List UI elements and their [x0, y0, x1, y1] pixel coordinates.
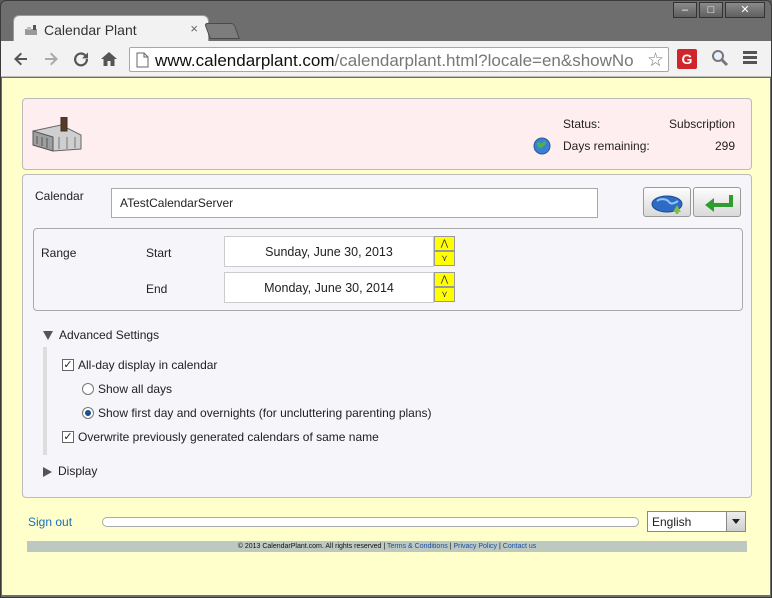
end-date-up-button[interactable]: ⋀ — [434, 272, 455, 287]
forward-arrow-icon[interactable] — [41, 49, 61, 69]
tab-title: Calendar Plant — [44, 22, 137, 38]
url-host: www.calendarplant.com — [155, 51, 335, 70]
start-date-spinner: ⋀ ⋎ — [434, 236, 455, 267]
overwrite-checkbox[interactable]: ✓ — [62, 431, 74, 443]
maximize-button[interactable]: □ — [699, 2, 723, 18]
show-first-day-label: Show first day and overnights (for unclu… — [98, 406, 432, 420]
display-toggle[interactable]: Display — [43, 464, 97, 478]
overwrite-label: Overwrite previously generated calendars… — [78, 430, 379, 444]
header-panel: Status: Subscription Days remaining: 299 — [22, 98, 752, 170]
browser-toolbar: www.calendarplant.com/calendarplant.html… — [1, 41, 771, 77]
overwrite-checkbox-row[interactable]: ✓ Overwrite previously generated calenda… — [62, 430, 379, 444]
footer-separator: | — [449, 543, 452, 550]
collapsed-triangle-icon — [43, 466, 52, 477]
tab-close-icon[interactable]: × — [190, 21, 198, 36]
days-remaining-value: 299 — [714, 139, 735, 153]
sign-out-link[interactable]: Sign out — [28, 515, 72, 529]
advanced-settings-toggle[interactable]: Advanced Settings — [43, 328, 159, 342]
magnifier-icon[interactable] — [711, 49, 729, 67]
start-label: Start — [146, 246, 172, 260]
contact-link[interactable]: Contact us — [503, 543, 536, 550]
show-all-days-label: Show all days — [98, 382, 173, 396]
address-bar[interactable]: www.calendarplant.com/calendarplant.html… — [129, 47, 669, 72]
url-path: /calendarplant.html?locale=en&showNo — [334, 51, 634, 70]
end-date-field[interactable]: Monday, June 30, 2014 — [224, 272, 434, 303]
return-button[interactable] — [693, 187, 741, 217]
home-icon[interactable] — [99, 49, 119, 69]
end-date-spinner: ⋀ ⋎ — [434, 272, 455, 303]
language-select[interactable]: English — [647, 511, 746, 532]
advanced-settings-guide — [43, 347, 47, 455]
allday-checkbox[interactable]: ✓ — [62, 359, 74, 371]
footer-bar: © 2013 CalendarPlant.com. All rights res… — [27, 541, 747, 552]
show-first-day-row[interactable]: Show first day and overnights (for unclu… — [82, 406, 432, 420]
privacy-link[interactable]: Privacy Policy — [453, 543, 497, 550]
footer-separator: | — [499, 543, 501, 550]
advanced-settings-label: Advanced Settings — [59, 328, 160, 342]
browser-menu-icon[interactable] — [743, 51, 757, 65]
start-date-field[interactable]: Sunday, June 30, 2013 — [224, 236, 434, 267]
factory-logo-icon — [32, 117, 82, 152]
display-label: Display — [58, 464, 98, 478]
show-all-days-row[interactable]: Show all days — [82, 382, 172, 396]
reload-icon[interactable] — [71, 49, 91, 69]
show-all-days-radio[interactable] — [82, 383, 94, 395]
window-controls: – □ ✕ — [673, 2, 765, 18]
allday-checkbox-row[interactable]: ✓ All-day display in calendar — [62, 358, 217, 372]
progress-bar — [102, 517, 639, 527]
days-remaining-label: Days remaining: — [563, 139, 650, 153]
allday-label: All-day display in calendar — [78, 358, 218, 372]
end-label: End — [146, 282, 168, 296]
calendar-label: Calendar — [35, 189, 84, 203]
factory-favicon-icon — [25, 25, 37, 35]
end-date-down-button[interactable]: ⋎ — [434, 287, 455, 302]
new-tab-button[interactable] — [204, 23, 240, 39]
globe-upload-icon — [651, 195, 683, 214]
bookmark-star-icon[interactable]: ☆ — [646, 49, 664, 71]
browser-window: Calendar Plant × – □ ✕ www.calendarplant… — [0, 0, 772, 598]
status-label: Status: — [563, 117, 601, 131]
range-label: Range — [41, 246, 77, 260]
browser-tab[interactable]: Calendar Plant × — [13, 15, 209, 43]
page-icon — [136, 52, 149, 68]
start-date-up-button[interactable]: ⋀ — [434, 236, 455, 251]
language-selected-value: English — [652, 515, 692, 529]
status-value: Subscription — [668, 117, 735, 131]
url-text: www.calendarplant.com/calendarplant.html… — [155, 51, 634, 71]
page-viewport: Status: Subscription Days remaining: 299… — [2, 78, 770, 595]
back-arrow-icon[interactable] — [11, 49, 31, 69]
main-panel: Calendar Range Start Sunday, Ju — [22, 174, 752, 498]
dropdown-arrow-icon[interactable] — [726, 512, 745, 531]
close-window-button[interactable]: ✕ — [725, 2, 765, 18]
extension-g-icon[interactable]: G — [677, 49, 697, 69]
title-bar: Calendar Plant × – □ ✕ — [1, 1, 771, 43]
range-panel: Range Start Sunday, June 30, 2013 ⋀ ⋎ En… — [33, 228, 743, 311]
start-date-down-button[interactable]: ⋎ — [434, 251, 455, 266]
calendar-name-input[interactable] — [111, 188, 598, 218]
show-first-day-radio[interactable] — [82, 407, 94, 419]
footer-separator: | — [383, 543, 386, 550]
minimize-button[interactable]: – — [673, 2, 697, 18]
terms-link[interactable]: Terms & Conditions — [387, 543, 448, 550]
copyright-text: © 2013 CalendarPlant.com. All rights res… — [237, 543, 382, 550]
expanded-triangle-icon — [43, 331, 53, 341]
globe-icon[interactable] — [533, 137, 551, 155]
generate-calendar-button[interactable] — [643, 187, 691, 217]
return-arrow-icon — [705, 195, 733, 212]
